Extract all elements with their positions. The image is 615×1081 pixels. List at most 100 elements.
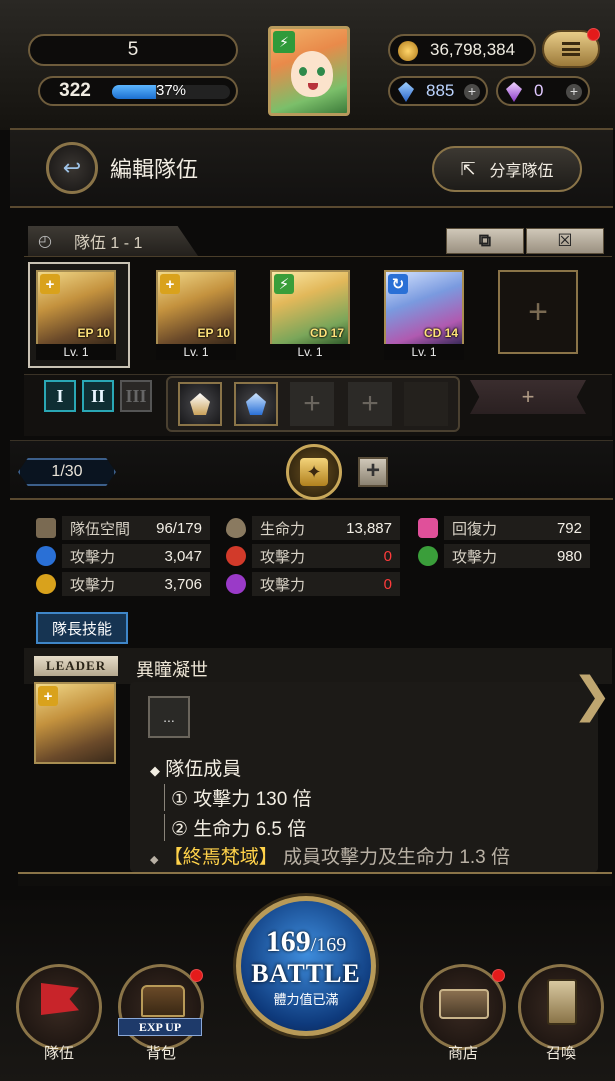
panel-frame-bottom — [18, 872, 612, 886]
stat-atk-wood: 攻擊力 980 — [418, 544, 590, 568]
empty-equipment-slot[interactable]: + — [348, 382, 392, 426]
blue-gem-display: 885 + — [388, 76, 488, 106]
team-page-indicator[interactable]: 1/30 — [18, 458, 116, 486]
skill-line-atk: ① 攻擊力 130 倍 — [164, 784, 312, 811]
close-icon: ☒ — [557, 231, 573, 250]
battle-button[interactable]: 169/169 BATTLE 體力值已滿 — [236, 896, 376, 1036]
stat-value: 3,047 — [164, 547, 202, 565]
stat-team-space: 隊伍空間 96/179 — [36, 516, 210, 540]
next-arrow-icon[interactable]: ❯ — [572, 660, 612, 730]
stat-value: 0 — [383, 547, 392, 565]
flag-icon — [41, 983, 79, 1015]
level-display: 322 37% — [38, 76, 238, 106]
nav-team-button[interactable] — [16, 964, 102, 1050]
team-card[interactable]: + EP 10 Lv. 1 — [156, 270, 236, 360]
equipment-slot[interactable] — [234, 382, 278, 426]
clear-team-button[interactable]: ☒ — [526, 228, 604, 254]
stat-atk-dark: 攻擊力 0 — [226, 572, 400, 596]
wood-attribute-icon: ⚡ — [273, 31, 295, 53]
flag-icon — [36, 518, 56, 538]
stamina-display: 169/169 — [265, 924, 347, 958]
stat-label: 回復力 — [452, 520, 498, 538]
stat-label: 攻擊力 — [260, 576, 306, 594]
light-attribute-icon: + — [38, 686, 58, 706]
player-avatar[interactable]: ⚡ — [268, 26, 350, 116]
nav-bag-button[interactable] — [118, 964, 204, 1050]
card-icon — [547, 979, 577, 1025]
skill-line-text: 隊伍成員 — [165, 759, 242, 780]
add-blue-gem-button[interactable]: + — [464, 84, 480, 100]
notification-dot — [492, 969, 505, 982]
diamond-bullet-icon: ◆ — [150, 763, 160, 778]
card-cd: EP 10 — [77, 326, 110, 340]
skill-more-button[interactable]: ... — [148, 696, 190, 738]
card-art: ↻ CD 14 — [384, 270, 464, 346]
card-cd: CD 17 — [309, 326, 344, 340]
nav-summon-button[interactable] — [518, 964, 604, 1050]
team-card[interactable]: ⚡ CD 17 Lv. 1 — [270, 270, 350, 360]
wood-icon — [418, 546, 438, 566]
formation-3-button[interactable]: III — [120, 380, 152, 412]
rank-value: 5 — [127, 39, 139, 60]
blue-gem-value: 885 — [426, 81, 455, 100]
battle-label: BATTLE — [251, 958, 361, 988]
add-equipment-button[interactable]: + — [470, 380, 586, 414]
stat-atk-fire: 攻擊力 0 — [226, 544, 400, 568]
purple-gem-value: 0 — [534, 81, 544, 100]
team-tab[interactable]: ◴ 隊伍 1 - 1 — [28, 226, 198, 256]
card-level: Lv. 1 — [384, 344, 464, 360]
dark-icon — [226, 574, 246, 594]
heart-icon — [418, 518, 438, 538]
team-card-leader[interactable]: + EP 10 Lv. 1 — [36, 270, 116, 360]
skill-line-hp: ② 生命力 6.5 倍 — [164, 814, 306, 841]
share-icon: ⇱ — [460, 158, 476, 179]
menu-button[interactable] — [542, 28, 600, 68]
avatar-face — [291, 51, 333, 97]
light-icon — [36, 574, 56, 594]
plus-icon: + — [361, 387, 379, 420]
add-team-button[interactable]: + — [358, 457, 388, 487]
copy-team-button[interactable]: ⧉ — [446, 228, 524, 254]
blue-gem-icon — [398, 82, 414, 102]
hamburger-icon — [562, 42, 580, 56]
shop-icon — [439, 989, 489, 1019]
share-team-button[interactable]: ⇱ 分享隊伍 — [432, 146, 582, 192]
equipment-slot[interactable] — [178, 382, 222, 426]
stat-value: 96/179 — [156, 519, 202, 537]
stat-value: 3,706 — [164, 575, 202, 593]
nav-shop-button[interactable] — [420, 964, 506, 1050]
team-tab-label: 隊伍 1 - 1 — [73, 235, 143, 252]
light-attribute-icon: + — [160, 274, 180, 294]
leader-card[interactable]: + — [34, 682, 116, 764]
nav-team-label: 隊伍 — [43, 1045, 74, 1062]
leader-skill-tab[interactable]: 隊長技能 — [36, 612, 128, 644]
chest-icon — [141, 985, 185, 1017]
empty-card-slot[interactable]: + — [498, 270, 578, 354]
add-purple-gem-button[interactable]: + — [566, 84, 582, 100]
card-art: + EP 10 — [156, 270, 236, 346]
stamina-full-text: 體力值已滿 — [273, 991, 339, 1007]
rank-display: 5 — [28, 34, 238, 66]
team-emblem[interactable]: ✦ — [286, 444, 342, 500]
plus-icon: + — [303, 387, 321, 420]
coin-value: 36,798,384 — [430, 40, 516, 59]
diamond-bullet-icon: ◆ — [150, 854, 159, 866]
stamina-current: 169 — [265, 924, 311, 958]
stat-value: 980 — [556, 547, 582, 565]
skill-line-text: 成員攻擊力及生命力 1.3 倍 — [283, 847, 511, 868]
formation-1-button[interactable]: I — [44, 380, 76, 412]
exp-percent: 37% — [155, 82, 187, 99]
stat-atk-light: 攻擊力 3,706 — [36, 572, 210, 596]
crystal-icon — [246, 393, 266, 415]
leader-label: LEADER — [34, 656, 118, 676]
team-card[interactable]: ↻ CD 14 Lv. 1 — [384, 270, 464, 360]
drop-icon — [226, 518, 246, 538]
leader-skill-name: 異瞳凝世 — [136, 660, 208, 680]
card-cd: EP 10 — [197, 326, 230, 340]
empty-equipment-slot[interactable]: + — [290, 382, 334, 426]
formation-2-button[interactable]: II — [82, 380, 114, 412]
crystal-icon — [190, 393, 210, 415]
avatar-eye — [317, 67, 325, 76]
stat-atk-water: 攻擊力 3,047 — [36, 544, 210, 568]
back-button[interactable]: ↩ — [46, 142, 98, 194]
